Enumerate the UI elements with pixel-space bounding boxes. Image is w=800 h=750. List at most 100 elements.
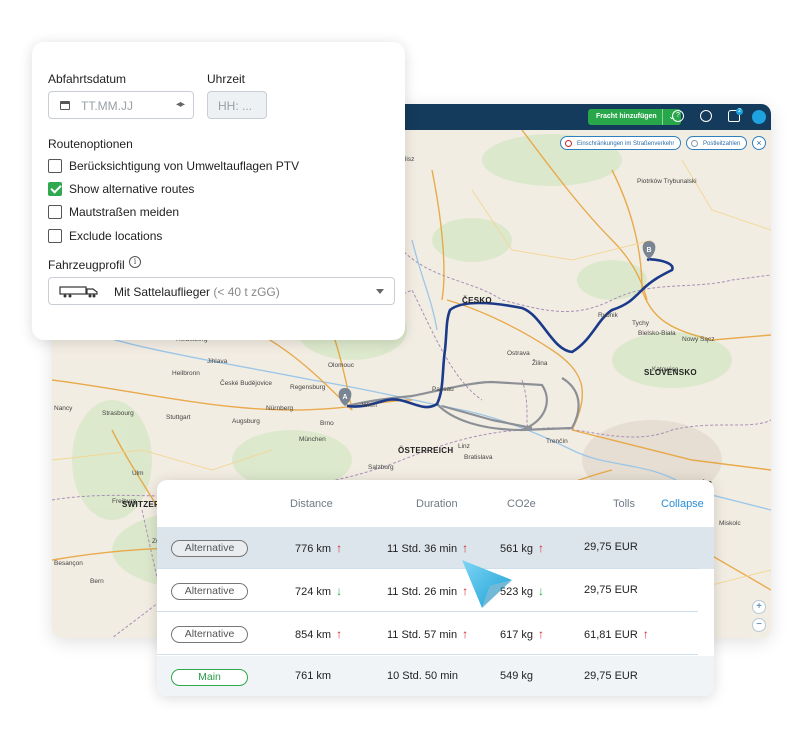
route-co2: 561 kg ↑ <box>500 541 545 555</box>
map-place-label: Miskolc <box>719 520 741 527</box>
zoom-out-button[interactable]: − <box>752 618 766 632</box>
route-distance: 776 km ↑ <box>295 541 343 555</box>
route-co2: 549 kg <box>500 670 534 682</box>
route-options-label: Routenoptionen <box>48 137 133 151</box>
arrow-up-icon: ↑ <box>336 541 343 555</box>
departure-date-field[interactable]: TT.MM.JJ ◂▸ <box>48 91 194 119</box>
map-country-label: SWITZER <box>122 500 161 509</box>
map-place-label: München <box>299 436 326 443</box>
route-duration: 10 Std. 50 min <box>387 670 458 682</box>
departure-date-label: Abfahrtsdatum <box>48 72 127 86</box>
route-tolls: 29,75 EUR <box>584 584 638 596</box>
map-place-label: Trenčín <box>546 438 568 445</box>
map-place-label: Salzburg <box>368 464 394 471</box>
map-place-label: Nowy Sącz <box>682 336 715 343</box>
help-icon[interactable]: ? <box>672 110 684 122</box>
time-placeholder: HH: ... <box>218 99 253 113</box>
map-country-label: ÖSTERREICH <box>398 446 454 455</box>
arrow-up-icon: ↑ <box>642 627 649 641</box>
row-divider <box>157 654 698 655</box>
map-place-label: Regensburg <box>290 384 326 391</box>
header-co2: CO2e <box>507 498 536 510</box>
map-place-label: Wien <box>362 402 377 409</box>
checkbox[interactable] <box>48 159 62 173</box>
map-country-label: ČESKO <box>462 296 492 305</box>
calendar-icon <box>60 101 70 110</box>
map-place-label: Strasbourg <box>102 410 134 417</box>
option-label: Show alternative routes <box>69 182 195 196</box>
arrow-up-icon: ↑ <box>462 627 469 641</box>
map-place-label: Nürnberg <box>266 405 294 412</box>
map-place-label: Tychy <box>632 320 649 327</box>
option-label: Mautstraßen meiden <box>69 205 180 219</box>
route-row[interactable]: Main 761 km 10 Std. 50 min 549 kg 29,75 EUR <box>157 656 714 696</box>
option-label: Exclude locations <box>69 229 163 243</box>
map-place-label: Bratislava <box>464 454 493 461</box>
route-row[interactable]: Alternative 854 km ↑ 11 Std. 57 min ↑ 617 kg ↑… <box>157 613 714 655</box>
map-country-label: SLOVENSKO <box>644 368 697 377</box>
close-icon[interactable]: × <box>752 136 766 150</box>
add-freight-label: Fracht hinzufügen <box>596 113 657 120</box>
route-type-pill[interactable]: Alternative <box>171 540 248 557</box>
arrow-up-icon: ↑ <box>538 627 545 641</box>
marker-a-label: A <box>342 394 347 401</box>
route-tolls: 29,75 EUR <box>584 541 638 553</box>
notification-badge: 2 <box>736 108 743 115</box>
date-placeholder: TT.MM.JJ <box>81 99 133 113</box>
map-place-label: Linz <box>458 443 470 450</box>
avatar[interactable] <box>752 110 766 124</box>
route-row[interactable]: Alternative 776 km ↑ 11 Std. 36 min ↑ 561 kg ↑… <box>157 527 714 569</box>
map-place-label: Stuttgart <box>166 414 191 421</box>
route-type-pill[interactable]: Main <box>171 669 248 686</box>
vehicle-profile-select[interactable]: Mit Sattelauflieger (< 40 t zGG) <box>48 277 395 305</box>
add-freight-button[interactable]: Fracht hinzufügen ⌄ <box>588 109 681 125</box>
checkbox[interactable] <box>48 205 62 219</box>
restrictions-chip-label: Einschränkungen im Straßenverkehr <box>577 141 675 147</box>
row-divider <box>157 611 698 612</box>
map-place-label: Passau <box>432 386 454 393</box>
vehicle-value: Mit Sattelauflieger (< 40 t zGG) <box>114 285 280 299</box>
option-label: Berücksichtigung von Umweltauflagen PTV <box>69 159 300 173</box>
route-type-pill[interactable]: Alternative <box>171 583 248 600</box>
date-stepper-icon[interactable]: ◂▸ <box>176 99 185 110</box>
cursor-arrow-icon <box>462 560 512 608</box>
route-tolls: 61,81 EUR ↑ <box>584 627 649 641</box>
checkbox[interactable] <box>48 229 62 243</box>
vehicle-profile-label: Fahrzeugprofil <box>48 258 125 272</box>
arrow-up-icon: ↑ <box>462 541 469 555</box>
collapse-link[interactable]: Collapse <box>661 498 704 510</box>
postcodes-chip-label: Postleitzahlen <box>703 141 741 147</box>
map-place-label: Nancy <box>54 405 73 412</box>
map-place-label: Ostrava <box>507 350 530 357</box>
route-options-card: Abfahrtsdatum Uhrzeit TT.MM.JJ ◂▸ HH: ..… <box>32 42 405 340</box>
postcode-icon <box>691 140 698 147</box>
map-place-label: Heilbronn <box>172 370 200 377</box>
route-type-pill[interactable]: Alternative <box>171 626 248 643</box>
header-distance: Distance <box>290 498 333 510</box>
route-tolls: 29,75 EUR <box>584 670 638 682</box>
map-place-label: Brno <box>320 420 334 427</box>
vehicle-sub: (< 40 t zGG) <box>213 285 280 299</box>
route-duration: 11 Std. 57 min ↑ <box>387 627 469 641</box>
checkbox-checked[interactable] <box>48 182 62 196</box>
arrow-down-icon: ↓ <box>538 584 545 598</box>
time-field[interactable]: HH: ... <box>207 91 267 119</box>
route-row[interactable]: Alternative 724 km ↓ 11 Std. 26 min ↑ 523 kg ↓… <box>157 570 714 612</box>
info-icon[interactable]: i <box>129 256 141 268</box>
map-place-label: České Budějovice <box>220 380 273 387</box>
map-place-label: Rybnik <box>598 312 618 319</box>
postcodes-chip[interactable]: Postleitzahlen <box>686 136 748 150</box>
route-duration: 11 Std. 36 min ↑ <box>387 541 469 555</box>
arrow-down-icon: ↓ <box>336 584 343 598</box>
header-tolls: Tolls <box>613 498 636 510</box>
arrow-up-icon: ↑ <box>538 541 545 555</box>
route-distance: 761 km <box>295 670 332 682</box>
restrictions-chip[interactable]: Einschränkungen im Straßenverkehr <box>560 136 682 150</box>
map-place-label: Piotrków Trybunalski <box>637 178 697 185</box>
zoom-in-button[interactable]: + <box>752 600 766 614</box>
arrow-up-icon: ↑ <box>336 627 343 641</box>
chat-icon[interactable] <box>700 110 712 122</box>
restriction-icon <box>565 140 572 147</box>
row-divider <box>157 568 698 569</box>
map-place-label: Olomouc <box>328 362 355 369</box>
